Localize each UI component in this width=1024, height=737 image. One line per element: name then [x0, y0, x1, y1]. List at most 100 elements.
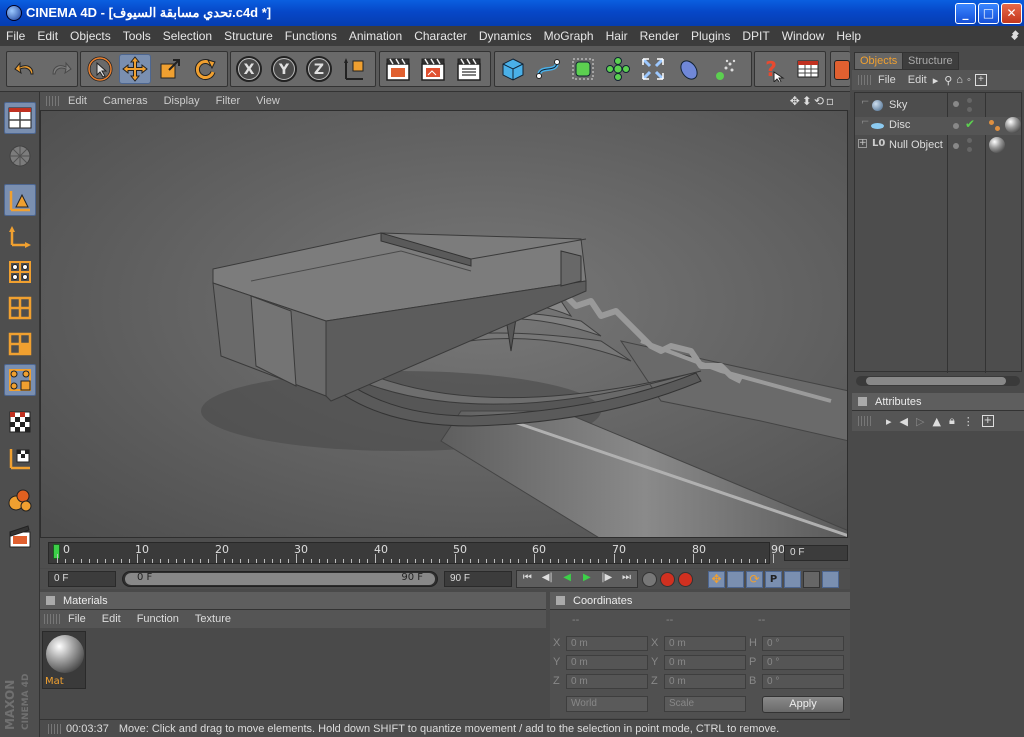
spline-button[interactable]	[532, 54, 564, 84]
visibility-dot-icon[interactable]	[953, 123, 959, 129]
visibility-dot-icon[interactable]	[953, 143, 959, 149]
tag-icon[interactable]	[995, 126, 1000, 131]
edges-mode[interactable]	[4, 292, 36, 324]
new-panel-icon[interactable]: +	[981, 415, 994, 427]
rotation-b-field[interactable]: 0 °	[762, 674, 844, 689]
step-back-button[interactable]: ◀|	[538, 572, 557, 586]
make-editable-button[interactable]	[4, 140, 36, 172]
objects-grip-icon[interactable]	[858, 75, 872, 85]
expand-icon[interactable]: +	[858, 139, 867, 148]
list-item[interactable]: + L0 Null Object	[855, 137, 1021, 155]
maximize-button[interactable]: □	[978, 3, 999, 24]
lock-icon[interactable]: 🔒︎	[949, 414, 955, 428]
menu-plugins[interactable]: Plugins	[685, 29, 736, 43]
position-x-field[interactable]: 0 m	[566, 636, 648, 651]
material-thumbnail[interactable]: Mat	[42, 631, 86, 689]
autokey-icon[interactable]	[678, 571, 693, 587]
position-z-field[interactable]: 0 m	[566, 674, 648, 689]
menu-animation[interactable]: Animation	[343, 29, 408, 43]
timeline[interactable]: 0 10 20 30 40 50 60 70 80 90 0 F	[40, 538, 850, 568]
more-options-icon[interactable]: ⋮	[963, 415, 974, 428]
minimize-button[interactable]: _	[955, 3, 976, 24]
undo-button[interactable]	[10, 54, 42, 84]
render-settings-button[interactable]	[453, 54, 485, 84]
workplane-mode[interactable]	[4, 442, 36, 474]
menu-window[interactable]: Window	[776, 29, 831, 43]
enabled-check-icon[interactable]: ✔	[965, 117, 975, 131]
menu-hair[interactable]: Hair	[600, 29, 634, 43]
rotate-tool[interactable]	[189, 54, 221, 84]
toolbar-overflow[interactable]	[830, 51, 850, 87]
panel-handle-icon[interactable]	[858, 397, 867, 406]
objects-menu-edit[interactable]: Edit	[902, 74, 933, 86]
object-axis-mode[interactable]	[4, 220, 36, 252]
objects-menu-file[interactable]: File	[872, 74, 902, 86]
menu-selection[interactable]: Selection	[157, 29, 218, 43]
close-button[interactable]: ✕	[1001, 3, 1022, 24]
forward-arrow-icon[interactable]: ▷	[916, 415, 924, 428]
viewport-menu-cameras[interactable]: Cameras	[95, 95, 156, 107]
render-visibility-icon[interactable]	[967, 147, 972, 152]
redo-button[interactable]	[44, 54, 76, 84]
menu-structure[interactable]: Structure	[218, 29, 279, 43]
up-arrow-icon[interactable]: ▲	[932, 415, 940, 428]
x-axis-toggle[interactable]: X	[233, 54, 265, 84]
apply-button[interactable]: Apply	[762, 696, 844, 713]
layout-table-button[interactable]	[792, 54, 824, 84]
sculpt-mode[interactable]	[4, 484, 36, 516]
editor-visibility-icon[interactable]	[967, 98, 972, 103]
size-mode-select[interactable]: Scale	[664, 696, 746, 712]
materials-menu-texture[interactable]: Texture	[187, 613, 239, 625]
key-timeline-icon[interactable]	[822, 570, 839, 588]
viewport-menu-edit[interactable]: Edit	[60, 95, 95, 107]
timeline-ruler[interactable]: 0 10 20 30 40 50 60 70 80 90	[48, 542, 785, 564]
viewport-menu-view[interactable]: View	[248, 95, 288, 107]
materials-menu-file[interactable]: File	[60, 613, 94, 625]
use-camera-mode[interactable]	[4, 102, 36, 134]
new-panel-icon[interactable]: +	[974, 74, 987, 86]
menu-help[interactable]: Help	[830, 29, 867, 43]
3d-viewport[interactable]	[40, 110, 848, 538]
menu-dpit[interactable]: DPIT	[736, 29, 775, 43]
coordinate-mode-select[interactable]: World	[566, 696, 648, 712]
play-backward-button[interactable]: ◀	[558, 572, 577, 586]
tab-objects[interactable]: Objects	[854, 52, 904, 70]
rotation-h-field[interactable]: 0 °	[762, 636, 844, 651]
menu-character[interactable]: Character	[408, 29, 473, 43]
viewport-nav-icons[interactable]: ✥⬍⟲▫	[790, 94, 836, 108]
render-active-view-button[interactable]	[4, 520, 36, 552]
move-tool[interactable]	[119, 54, 151, 84]
material-tag-icon[interactable]	[1005, 117, 1021, 133]
render-view-button[interactable]	[382, 54, 414, 84]
panel-grip-icon[interactable]: ◆	[1012, 29, 1024, 43]
goto-end-button[interactable]: ⏭	[617, 572, 636, 586]
size-y-field[interactable]: 0 m	[664, 655, 746, 670]
menu-objects[interactable]: Objects	[64, 29, 117, 43]
materials-area[interactable]: Mat	[40, 628, 546, 718]
key-parameter-icon[interactable]: P	[765, 570, 782, 588]
viewport-menu-filter[interactable]: Filter	[208, 95, 248, 107]
menu-more-icon[interactable]: ▸	[886, 415, 892, 428]
end-frame-field[interactable]: 90 F	[444, 571, 512, 587]
points-mode[interactable]	[4, 256, 36, 288]
viewport-menu-display[interactable]: Display	[156, 95, 208, 107]
record-icon[interactable]	[660, 571, 675, 587]
panel-handle-icon[interactable]	[556, 596, 565, 605]
current-frame-field[interactable]: 0 F	[784, 545, 848, 561]
size-z-field[interactable]: 0 m	[664, 674, 746, 689]
menu-functions[interactable]: Functions	[279, 29, 343, 43]
panel-handle-icon[interactable]	[46, 596, 55, 605]
texture-axis-mode[interactable]	[4, 406, 36, 438]
materials-menu-function[interactable]: Function	[129, 613, 187, 625]
help-button[interactable]: ?	[757, 54, 789, 84]
particles-button[interactable]	[709, 54, 741, 84]
menu-tools[interactable]: Tools	[117, 29, 157, 43]
size-x-field[interactable]: 0 m	[664, 636, 746, 651]
render-picture-viewer-button[interactable]	[417, 54, 449, 84]
model-tool-mode[interactable]	[4, 184, 36, 216]
viewport-grip-icon[interactable]	[46, 96, 60, 106]
play-forward-button[interactable]: ▶	[577, 572, 596, 586]
menu-render[interactable]: Render	[634, 29, 685, 43]
scale-tool[interactable]	[154, 54, 186, 84]
y-axis-toggle[interactable]: Y	[268, 54, 300, 84]
